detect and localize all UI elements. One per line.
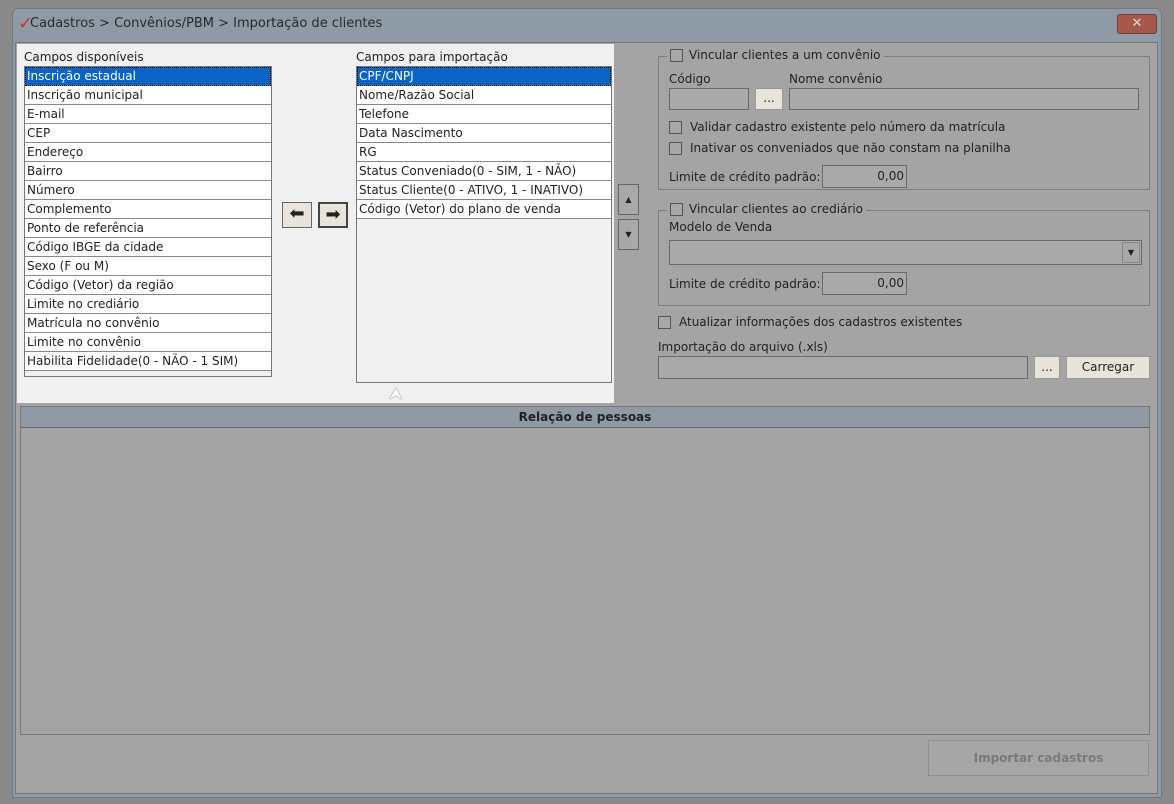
- modelo-venda-label: Modelo de Venda: [669, 220, 773, 234]
- atualizar-checkbox[interactable]: Atualizar informações dos cadastros exis…: [658, 315, 962, 329]
- list-item[interactable]: Ponto de referência: [25, 219, 271, 238]
- carregar-button[interactable]: Carregar: [1066, 356, 1150, 379]
- list-item[interactable]: Código (Vetor) da região: [25, 276, 271, 295]
- list-item[interactable]: Nome/Razão Social: [357, 86, 611, 105]
- validar-checkbox[interactable]: Validar cadastro existente pelo número d…: [669, 120, 1005, 134]
- list-item[interactable]: Telefone: [357, 105, 611, 124]
- list-item[interactable]: Sexo (F ou M): [25, 257, 271, 276]
- modelo-venda-select[interactable]: ▼: [669, 240, 1142, 265]
- available-fields-list[interactable]: Inscrição estadual Inscrição municipal E-m…: [24, 66, 272, 377]
- triangle-up-icon: ▲: [625, 195, 632, 204]
- grid-header: Relação de pessoas: [21, 407, 1149, 428]
- import-fields-list[interactable]: CPF/CNPJ Nome/Razão Social Telefone Data Na…: [356, 66, 612, 383]
- list-item[interactable]: Inscrição municipal: [25, 86, 271, 105]
- relacao-pessoas-grid[interactable]: Relação de pessoas: [20, 406, 1150, 735]
- checkbox[interactable]: [669, 141, 682, 155]
- limite-crediario-input[interactable]: 0,00: [822, 272, 907, 295]
- mouse-cursor-icon: ⮝: [389, 384, 403, 403]
- list-item[interactable]: Limite no crediário: [25, 295, 271, 314]
- list-item[interactable]: Endereço: [25, 143, 271, 162]
- checkbox[interactable]: [669, 120, 682, 134]
- limite-crediario-label: Limite de crédito padrão:: [669, 277, 821, 291]
- move-left-button[interactable]: ⬅: [282, 202, 312, 228]
- list-item[interactable]: E-mail: [25, 105, 271, 124]
- list-item[interactable]: Matrícula no convênio: [25, 314, 271, 333]
- move-up-button[interactable]: ▲: [618, 184, 639, 215]
- list-item[interactable]: Limite no convênio: [25, 333, 271, 352]
- list-item[interactable]: CPF/CNPJ: [357, 67, 611, 86]
- window-title: Cadastros > Convênios/PBM > Importação d…: [30, 16, 383, 31]
- triangle-down-icon: ▼: [625, 230, 632, 239]
- browse-file-button[interactable]: ...: [1034, 356, 1060, 379]
- move-right-button[interactable]: ➡: [318, 202, 348, 228]
- browse-convenio-button[interactable]: ...: [755, 88, 783, 110]
- limite-convenio-input[interactable]: 0,00: [822, 165, 907, 188]
- checkbox[interactable]: [670, 48, 683, 62]
- chevron-down-icon[interactable]: ▼: [1122, 242, 1140, 263]
- importar-cadastros-button[interactable]: Importar cadastros: [928, 740, 1149, 776]
- limite-convenio-label: Limite de crédito padrão:: [669, 170, 821, 184]
- inativar-checkbox[interactable]: Inativar os conveniados que não constam …: [669, 141, 1011, 155]
- checkbox[interactable]: [658, 315, 671, 329]
- list-item[interactable]: Habilita Fidelidade(0 - NÃO - 1 SIM): [25, 352, 271, 371]
- nome-convenio-input[interactable]: [789, 88, 1139, 110]
- list-item[interactable]: Status Conveniado(0 - SIM, 1 - NÃO): [357, 162, 611, 181]
- codigo-label: Código: [669, 72, 711, 86]
- available-fields-label: Campos disponíveis: [24, 50, 144, 64]
- list-item[interactable]: Data Nascimento: [357, 124, 611, 143]
- move-down-button[interactable]: ▼: [618, 219, 639, 250]
- checkbox[interactable]: [670, 202, 683, 216]
- list-item[interactable]: CEP: [25, 124, 271, 143]
- list-item[interactable]: Bairro: [25, 162, 271, 181]
- list-item[interactable]: Status Cliente(0 - ATIVO, 1 - INATIVO): [357, 181, 611, 200]
- list-item[interactable]: Número: [25, 181, 271, 200]
- codigo-input[interactable]: [669, 88, 749, 110]
- list-item[interactable]: Complemento: [25, 200, 271, 219]
- close-button[interactable]: ✕: [1117, 14, 1157, 34]
- arquivo-label: Importação do arquivo (.xls): [658, 340, 828, 354]
- list-item[interactable]: Código (Vetor) do plano de venda: [357, 200, 611, 219]
- convenio-checkbox[interactable]: Vincular clientes a um convênio: [667, 48, 884, 62]
- list-item[interactable]: Código IBGE da cidade: [25, 238, 271, 257]
- list-item[interactable]: RG: [357, 143, 611, 162]
- crediario-checkbox[interactable]: Vincular clientes ao crediário: [667, 202, 867, 216]
- arrow-left-icon: ⬅: [289, 203, 305, 224]
- import-fields-label: Campos para importação: [356, 50, 508, 64]
- list-item[interactable]: Inscrição estadual: [25, 67, 271, 86]
- nome-convenio-label: Nome convênio: [789, 72, 883, 86]
- arquivo-input[interactable]: [658, 356, 1028, 379]
- arrow-right-icon: ➡: [325, 204, 341, 225]
